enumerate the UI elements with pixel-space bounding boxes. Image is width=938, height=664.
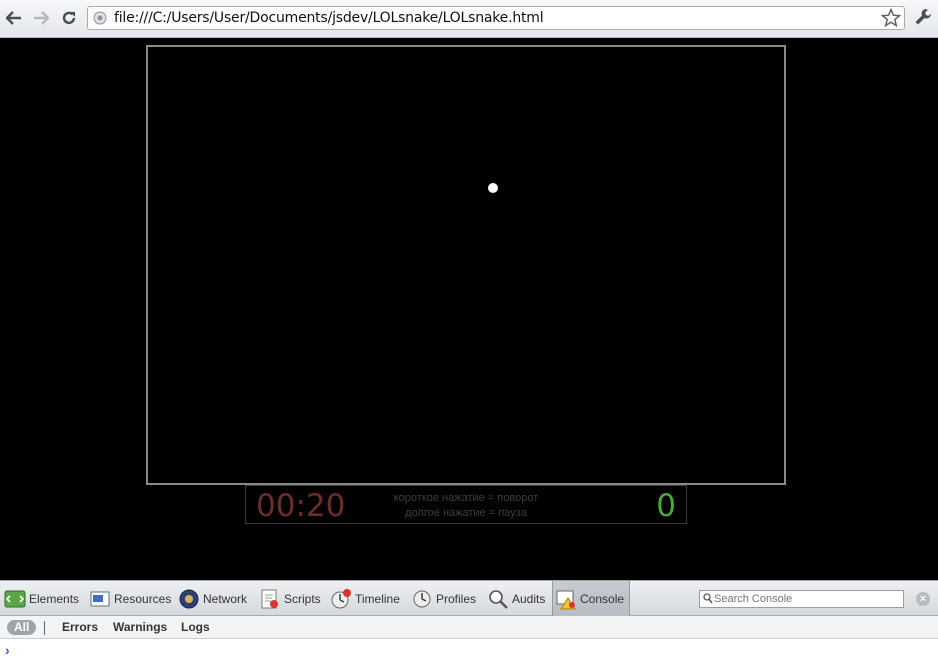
tab-console[interactable]: Console bbox=[552, 581, 630, 616]
filter-divider bbox=[44, 621, 45, 635]
timer-display: 00:20 bbox=[256, 488, 346, 524]
tab-network-label: Network bbox=[203, 591, 248, 606]
page-icon bbox=[93, 11, 107, 25]
game-canvas[interactable] bbox=[146, 45, 786, 485]
profiles-icon bbox=[413, 590, 431, 607]
scripts-icon bbox=[261, 589, 278, 608]
network-icon bbox=[179, 589, 199, 608]
tab-profiles[interactable]: Profiles bbox=[411, 581, 476, 616]
console-prompt[interactable]: › bbox=[5, 642, 10, 658]
timeline-icon bbox=[331, 588, 351, 608]
console-search[interactable] bbox=[699, 590, 904, 608]
tab-elements-label: Elements bbox=[29, 591, 80, 606]
audits-icon bbox=[489, 589, 508, 609]
tab-scripts-label: Scripts bbox=[284, 591, 321, 606]
devtools-panel: Elements Resources Network Scripts Timel… bbox=[0, 580, 938, 664]
tab-timeline[interactable]: Timeline bbox=[330, 581, 400, 616]
wrench-icon[interactable] bbox=[914, 8, 932, 26]
tab-profiles-label: Profiles bbox=[436, 591, 477, 606]
tab-timeline-label: Timeline bbox=[355, 591, 400, 606]
star-icon[interactable] bbox=[881, 8, 901, 28]
reload-icon bbox=[62, 11, 76, 25]
filter-warnings[interactable]: Warnings bbox=[113, 620, 167, 635]
hint-long-press: долгое нажатие = пауза bbox=[405, 507, 527, 519]
score-display: 0 bbox=[656, 488, 676, 524]
tab-network[interactable]: Network bbox=[178, 581, 247, 616]
devtools-tab-bar: Elements Resources Network Scripts Timel… bbox=[0, 580, 938, 616]
back-button[interactable] bbox=[3, 7, 25, 29]
game-hud: 00:20 короткое нажатие = поворот долгое … bbox=[245, 485, 687, 524]
tab-audits[interactable]: Audits bbox=[487, 581, 545, 616]
forward-icon bbox=[34, 11, 49, 25]
tab-resources-label: Resources bbox=[114, 591, 172, 606]
browser-toolbar: file:///C:/Users/User/Documents/jsdev/LO… bbox=[0, 0, 938, 38]
tab-audits-label: Audits bbox=[512, 591, 546, 606]
address-bar[interactable]: file:///C:/Users/User/Documents/jsdev/LO… bbox=[87, 6, 905, 30]
filter-errors[interactable]: Errors bbox=[62, 620, 98, 635]
search-input[interactable] bbox=[714, 591, 900, 607]
close-devtools-button[interactable]: × bbox=[916, 592, 930, 606]
reload-button[interactable] bbox=[58, 7, 80, 29]
hint-short-press: короткое нажатие = поворот bbox=[393, 492, 539, 504]
search-icon bbox=[703, 593, 713, 604]
filter-all[interactable]: All bbox=[7, 620, 37, 635]
close-icon: × bbox=[919, 593, 927, 605]
resources-icon bbox=[90, 591, 110, 606]
tab-console-label: Console bbox=[580, 591, 625, 606]
snake-dot bbox=[488, 183, 498, 193]
back-icon bbox=[6, 11, 21, 25]
forward-button[interactable] bbox=[30, 7, 52, 29]
elements-icon bbox=[4, 590, 26, 607]
console-filter-bar: All Errors Warnings Logs bbox=[0, 616, 938, 639]
tab-scripts[interactable]: Scripts bbox=[259, 581, 321, 616]
url-text[interactable]: file:///C:/Users/User/Documents/jsdev/LO… bbox=[114, 10, 544, 26]
tab-elements[interactable]: Elements bbox=[4, 581, 79, 616]
filter-logs[interactable]: Logs bbox=[181, 620, 210, 635]
console-icon bbox=[556, 590, 576, 609]
tab-resources[interactable]: Resources bbox=[89, 581, 171, 616]
